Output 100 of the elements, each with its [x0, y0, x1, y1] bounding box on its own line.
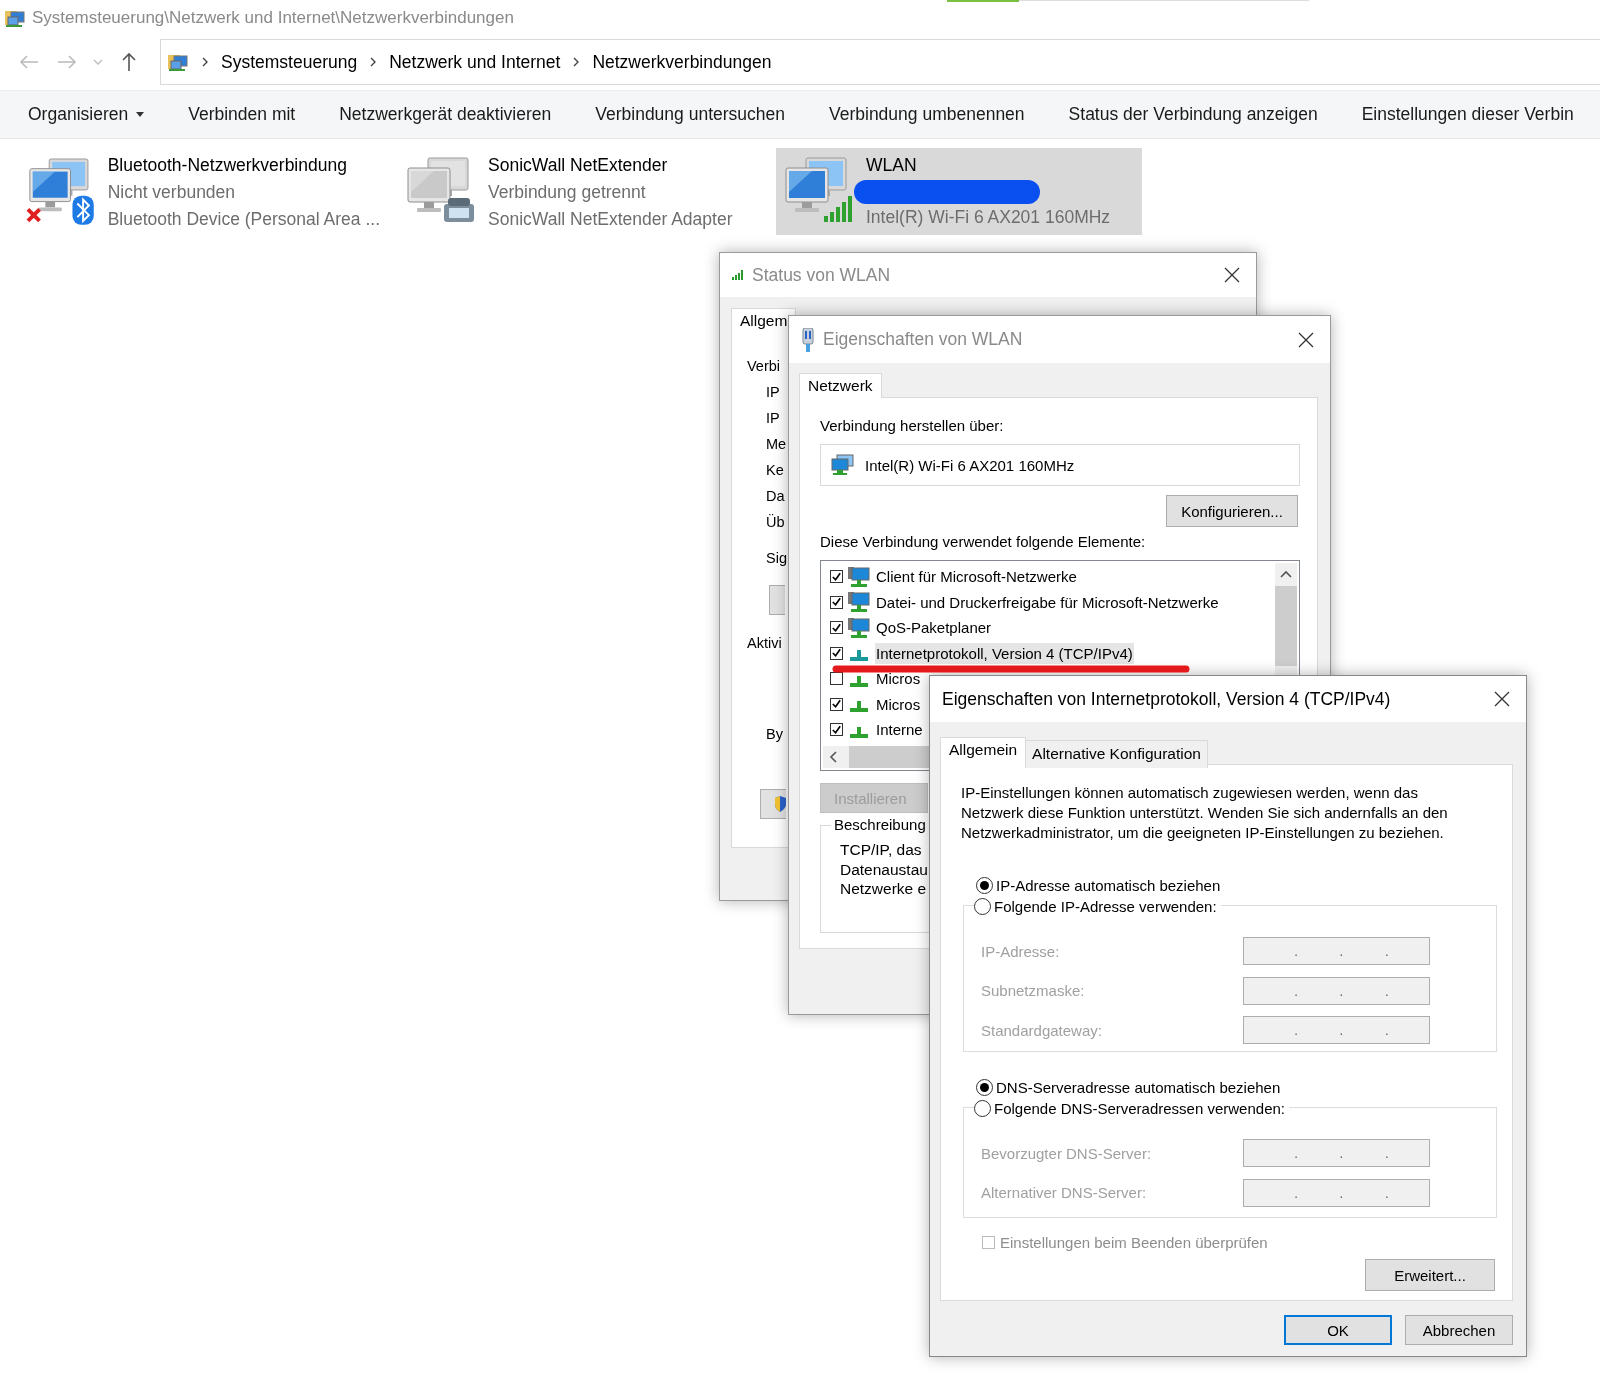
field-label: Verbindung herstellen über:	[820, 416, 1005, 436]
info-text: IP-Einstellungen können automatisch zugewiesen werden, wenn das Netzwerk diese Funktion unterstützt. Wenden Sie sich andernfalls an den Netzwerkadministrator, um die geeigneten IP-Einstellungen zu beziehen.	[961, 783, 1449, 843]
chevron-icon	[369, 56, 378, 68]
tab[interactable]: Allgemein	[940, 737, 1027, 765]
info-label: Üb	[766, 514, 785, 530]
device-name: SonicWall NetExtender Adapter	[488, 208, 733, 231]
checkbox[interactable]	[830, 723, 843, 737]
checkbox[interactable]	[830, 570, 843, 584]
dialog-title: Eigenschaften von Internetprotokoll, Version 4 (TCP/IPv4)	[942, 688, 1392, 710]
field-label: Subnetzmaske:	[981, 982, 1085, 999]
checkbox[interactable]	[830, 595, 843, 609]
toolbar-button[interactable]: Netzwerkgerät deaktivieren	[339, 104, 552, 125]
description-text: TCP/IP, das	[840, 841, 922, 858]
toolbar-button[interactable]: Verbindung umbenennen	[829, 104, 1025, 125]
network-protocol-icon	[850, 726, 868, 738]
radio-button[interactable]	[974, 1099, 991, 1117]
network-protocol-icon	[850, 701, 868, 713]
checkbox-label: Einstellungen beim Beenden überprüfen	[1000, 1234, 1268, 1251]
chevron-icon	[201, 56, 209, 68]
toolbar-button[interactable]: Verbindung untersuchen	[595, 104, 785, 125]
radio-label: IP-Adresse automatisch beziehen	[996, 876, 1221, 894]
tab[interactable]: Alternative Konfiguration	[1025, 740, 1208, 768]
toolbar-button[interactable]: Verbinden mit	[188, 104, 296, 125]
breadcrumb[interactable]: Netzwerkverbindungen	[592, 51, 772, 73]
shield-icon	[774, 796, 786, 812]
info-label: Sig	[766, 550, 787, 566]
field-label: Alternativer DNS-Server:	[981, 1184, 1147, 1201]
tab[interactable]: Allgem	[731, 308, 797, 333]
configure-button[interactable]: Konfigurieren...	[1166, 495, 1298, 527]
info-label: By	[766, 726, 783, 742]
dialog-title: Eigenschaften von WLAN	[823, 329, 1024, 350]
advanced-button[interactable]: Erweitert...	[1365, 1259, 1495, 1291]
checkbox[interactable]	[830, 646, 843, 660]
dialog-button[interactable]: OK	[1284, 1315, 1392, 1345]
checkbox[interactable]	[830, 697, 843, 711]
connection-status: Verbindung getrennt	[488, 181, 647, 204]
radio-button[interactable]	[974, 897, 991, 915]
adapter-name: Intel(R) Wi-Fi 6 AX201 160MHz	[865, 456, 1075, 474]
network-folder-icon	[4, 8, 26, 28]
info-label: IP	[766, 384, 780, 400]
description-text: Netzwerke e	[840, 880, 927, 897]
network-adapter-icon	[831, 454, 855, 476]
radio-button[interactable]	[976, 876, 993, 894]
list-item[interactable]: Interne	[875, 719, 924, 741]
connection-item[interactable]: SonicWall NetExtender Verbindung getrennt SonicWall NetExtender Adapter	[398, 148, 764, 235]
radio-label: Folgende DNS-Serveradressen verwenden:	[994, 1099, 1285, 1117]
button[interactable]	[760, 789, 786, 819]
close-icon[interactable]	[1494, 691, 1510, 707]
list-item[interactable]: Client für Microsoft-Netzwerke	[875, 566, 1078, 588]
checkbox[interactable]	[830, 672, 843, 686]
connection-name: WLAN	[866, 154, 918, 177]
connection-item[interactable]: Bluetooth-Netzwerkverbindung Nicht verbunden Bluetooth Device (Personal Area ...	[20, 148, 386, 235]
info-label: Da	[766, 488, 785, 504]
network-service-icon	[847, 616, 871, 639]
description-text: Datenaustau	[840, 860, 928, 878]
toolbar-button[interactable]: Organisieren	[28, 104, 145, 125]
network-protocol-icon	[850, 650, 868, 662]
section-heading: Verbi	[747, 358, 781, 374]
network-service-icon	[847, 565, 871, 588]
list-item[interactable]: Datei- und Druckerfreigabe für Microsoft-Netzwerke	[875, 591, 1220, 613]
info-label: IP	[766, 410, 780, 426]
network-adapter-icon	[801, 327, 815, 352]
toolbar-button[interactable]: Einstellungen dieser Verbin	[1361, 104, 1574, 125]
checkbox[interactable]	[830, 621, 843, 635]
close-icon[interactable]	[1298, 331, 1314, 348]
field-label: Standardgateway:	[981, 1021, 1102, 1039]
list-item[interactable]: Internetprotokoll, Version 4 (TCP/IPv4)	[875, 642, 1134, 664]
scroll-up-icon[interactable]	[1280, 570, 1292, 578]
chevron-icon	[572, 56, 581, 68]
up-arrow-icon[interactable]	[121, 52, 137, 72]
close-icon[interactable]	[1224, 267, 1240, 283]
info-label: Ke	[766, 462, 784, 478]
section-heading: Aktivi	[747, 635, 782, 651]
radio-label: DNS-Serveradresse automatisch beziehen	[996, 1078, 1281, 1096]
list-item[interactable]: QoS-Paketplaner	[875, 617, 993, 639]
tab[interactable]: Netzwerk	[799, 373, 882, 398]
device-name: Bluetooth Device (Personal Area ...	[107, 208, 380, 231]
field-label: IP-Adresse:	[981, 942, 1060, 960]
list-label: Diese Verbindung verwendet folgende Elemente:	[820, 532, 1147, 552]
info-label: Me	[766, 436, 787, 452]
list-item[interactable]: Micros	[875, 693, 922, 715]
device-name: Intel(R) Wi-Fi 6 AX201 160MHz	[866, 206, 1111, 229]
signal-bars-icon	[732, 270, 744, 280]
network-protocol-icon	[850, 675, 868, 687]
connection-name: Bluetooth-Netzwerkverbindung	[107, 154, 348, 177]
breadcrumb[interactable]: Systemsteuerung	[221, 51, 358, 73]
radio-button[interactable]	[976, 1078, 993, 1096]
connection-name: SonicWall NetExtender	[488, 154, 669, 177]
radio-label: Folgende IP-Adresse verwenden:	[994, 897, 1217, 915]
toolbar-button[interactable]: Status der Verbindung anzeigen	[1068, 104, 1318, 125]
window-title: Systemsteuerung\Netzwerk und Internet\Netzwerkverbindungen	[32, 8, 514, 28]
scroll-left-icon[interactable]	[829, 751, 837, 763]
field-label: Bevorzugter DNS-Server:	[981, 1144, 1152, 1162]
connection-item[interactable]: WLAN Intel(R) Wi-Fi 6 AX201 160MHz	[776, 148, 1142, 235]
connection-status: Nicht verbunden	[107, 181, 237, 204]
breadcrumb[interactable]: Netzwerk und Internet	[389, 51, 561, 73]
address-bar[interactable]: Systemsteuerung Netzwerk und Internet Netzwerkverbindungen	[160, 39, 1600, 85]
network-folder-icon	[167, 52, 189, 72]
dialog-button[interactable]: Abbrechen	[1405, 1315, 1513, 1345]
group-title: Beschreibung	[831, 816, 929, 833]
